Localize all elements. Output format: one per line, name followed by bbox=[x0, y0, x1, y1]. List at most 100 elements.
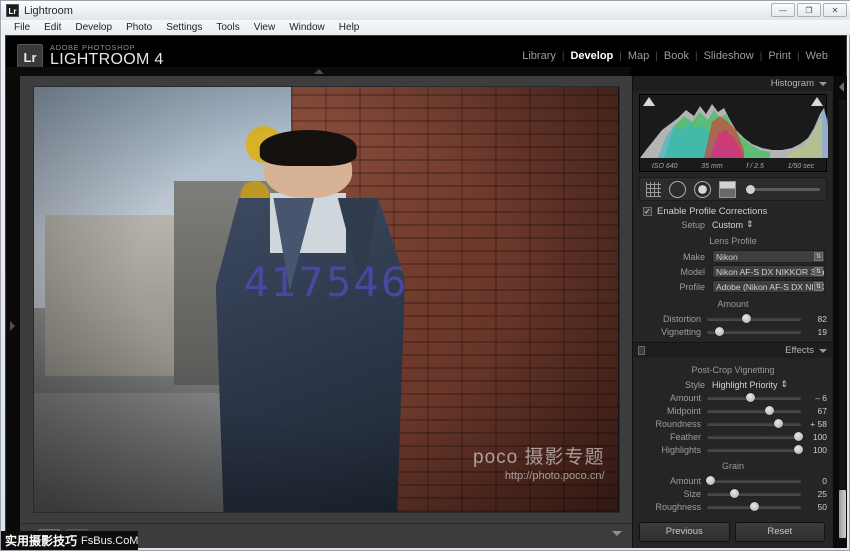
menu-tools[interactable]: Tools bbox=[209, 20, 246, 35]
graduated-filter-icon[interactable] bbox=[719, 180, 736, 198]
module-web[interactable]: Web bbox=[800, 50, 834, 62]
watermark-number: 417546 bbox=[243, 259, 409, 306]
updown-icon[interactable]: ⇕ bbox=[781, 379, 789, 390]
red-eye-correction-icon[interactable] bbox=[694, 180, 711, 198]
histogram-panel-header[interactable]: Histogram bbox=[633, 76, 833, 91]
effects-panel-header[interactable]: Effects bbox=[633, 343, 833, 358]
scrollbar-thumb[interactable] bbox=[839, 490, 846, 538]
updown-icon[interactable]: ⇅ bbox=[814, 252, 823, 261]
adjustment-brush-size-slider[interactable] bbox=[746, 184, 820, 194]
develop-tool-strip bbox=[639, 177, 827, 201]
module-print[interactable]: Print bbox=[762, 50, 797, 62]
pcv-amount-row: Amount – 6 bbox=[633, 391, 833, 404]
menu-develop[interactable]: Develop bbox=[68, 20, 119, 35]
distortion-slider-row: Distortion 82 bbox=[633, 312, 833, 325]
chevron-down-icon[interactable] bbox=[819, 81, 827, 86]
pcv-feather-row: Feather 100 bbox=[633, 430, 833, 443]
previous-button[interactable]: Previous bbox=[639, 522, 730, 542]
module-develop[interactable]: Develop bbox=[564, 50, 619, 62]
grain-title: Grain bbox=[721, 461, 744, 471]
module-map[interactable]: Map bbox=[622, 50, 655, 62]
pcv-highlights-slider[interactable] bbox=[707, 445, 803, 454]
pcv-roundness-label: Roundness bbox=[655, 418, 701, 429]
chevron-down-icon[interactable] bbox=[819, 348, 827, 353]
metadata-shutter-speed: 1/50 sec bbox=[787, 163, 815, 170]
maximize-button[interactable]: ❐ bbox=[797, 3, 821, 17]
right-panel-collapse-toggle[interactable] bbox=[832, 76, 847, 548]
right-panel: Histogram ISO 640 35 mm f / 2.5 1/50 sec… bbox=[632, 76, 833, 548]
left-panel-collapsed[interactable] bbox=[6, 76, 21, 548]
minimize-button[interactable]: — bbox=[771, 3, 795, 17]
grain-size-slider[interactable] bbox=[707, 489, 801, 498]
vignetting-slider[interactable] bbox=[707, 327, 801, 336]
histogram-graph[interactable]: ISO 640 35 mm f / 2.5 1/50 sec bbox=[639, 94, 828, 172]
pcv-midpoint-slider[interactable] bbox=[707, 406, 801, 415]
checkbox-icon[interactable]: ✓ bbox=[643, 207, 652, 216]
lightroom-frame: Lr ADOBE PHOTOSHOP LIGHTROOM 4 Library |… bbox=[5, 35, 847, 548]
top-panel-collapse-toggle[interactable] bbox=[6, 67, 631, 76]
crop-overlay-icon[interactable] bbox=[646, 181, 661, 197]
close-button[interactable]: ✕ bbox=[823, 3, 847, 17]
menu-settings[interactable]: Settings bbox=[159, 20, 209, 35]
menu-edit[interactable]: Edit bbox=[37, 20, 68, 35]
lens-make-value: Nikon bbox=[716, 251, 738, 262]
pcv-roundness-value: + 58 bbox=[810, 418, 827, 429]
setup-row[interactable]: Setup Custom ⇕ bbox=[633, 218, 833, 231]
grain-size-label: Size bbox=[683, 488, 701, 499]
grain-roughness-value: 50 bbox=[817, 501, 827, 512]
watermark-bottom: 实用摄影技巧 FsBus.CoM bbox=[1, 531, 139, 550]
pcv-amount-label: Amount bbox=[669, 392, 701, 403]
lens-model-select[interactable]: Nikon AF-S DX NIKKOR 35mm... ⇅ bbox=[712, 265, 825, 278]
menu-window[interactable]: Window bbox=[282, 20, 332, 35]
amount-title: Amount bbox=[717, 299, 749, 309]
lens-make-select[interactable]: Nikon ⇅ bbox=[712, 250, 825, 263]
metadata-focal-length: 35 mm bbox=[701, 163, 723, 170]
pcv-feather-value: 100 bbox=[812, 431, 827, 442]
updown-icon[interactable]: ⇕ bbox=[746, 219, 754, 230]
menu-photo[interactable]: Photo bbox=[119, 20, 159, 35]
pcv-highlights-value: 100 bbox=[812, 444, 827, 455]
updown-icon[interactable]: ⇅ bbox=[814, 267, 823, 276]
module-slideshow[interactable]: Slideshow bbox=[698, 50, 760, 62]
reset-button[interactable]: Reset bbox=[734, 522, 825, 542]
menu-view[interactable]: View bbox=[247, 20, 283, 35]
updown-icon[interactable]: ⇅ bbox=[814, 282, 823, 291]
grain-amount-slider[interactable] bbox=[706, 476, 801, 485]
style-row[interactable]: Style Highlight Priority ⇕ bbox=[633, 378, 833, 391]
distortion-slider[interactable] bbox=[707, 314, 801, 323]
right-panel-scrollbar[interactable] bbox=[839, 100, 846, 540]
pcv-highlights-row: Highlights 100 bbox=[633, 443, 833, 456]
enable-profile-corrections-row[interactable]: ✓ Enable Profile Corrections bbox=[633, 203, 833, 218]
window-controls: — ❐ ✕ bbox=[771, 3, 847, 17]
pcv-amount-slider[interactable] bbox=[707, 393, 801, 402]
module-library[interactable]: Library bbox=[516, 50, 562, 62]
menu-file[interactable]: File bbox=[7, 20, 37, 35]
effects-switch-icon[interactable] bbox=[638, 346, 645, 355]
setup-value[interactable]: Custom bbox=[712, 220, 743, 230]
application-window: Lr Lightroom — ❐ ✕ File Edit Develop Pho… bbox=[0, 0, 850, 551]
pcv-feather-slider[interactable] bbox=[707, 432, 803, 441]
module-book[interactable]: Book bbox=[658, 50, 695, 62]
pcv-midpoint-row: Midpoint 67 bbox=[633, 404, 833, 417]
style-value[interactable]: Highlight Priority bbox=[712, 380, 778, 390]
effects-title: Effects bbox=[785, 345, 814, 356]
chevron-left-icon bbox=[839, 82, 844, 92]
grain-roughness-slider[interactable] bbox=[707, 502, 801, 511]
app-icon: Lr bbox=[6, 4, 19, 17]
grain-amount-row: Amount 0 bbox=[633, 474, 833, 487]
spot-removal-icon[interactable] bbox=[669, 180, 686, 198]
menu-help[interactable]: Help bbox=[332, 20, 367, 35]
lens-profile-select[interactable]: Adobe (Nikon AF-S DX NIKKO... ⇅ bbox=[712, 280, 825, 293]
lens-corrections-section: ✓ Enable Profile Corrections Setup Custo… bbox=[633, 201, 833, 338]
style-label: Style bbox=[684, 379, 705, 390]
lens-model-row: Model Nikon AF-S DX NIKKOR 35mm... ⇅ bbox=[633, 264, 833, 279]
pcv-roundness-slider[interactable] bbox=[707, 419, 801, 428]
toolbar-options-chevron-icon[interactable] bbox=[612, 531, 622, 536]
image-viewer[interactable]: 417546 poco 摄影专题 http://photo.poco.cn/ bbox=[20, 76, 632, 523]
watermark-bottom-cn: 实用摄影技巧 bbox=[5, 534, 78, 548]
content-area: 417546 poco 摄影专题 http://photo.poco.cn/ Y… bbox=[20, 76, 632, 548]
metadata-aperture: f / 2.5 bbox=[746, 163, 764, 170]
vignetting-slider-row: Vignetting 19 bbox=[633, 325, 833, 338]
menu-bar: File Edit Develop Photo Settings Tools V… bbox=[1, 20, 850, 35]
photo-preview[interactable]: 417546 poco 摄影专题 http://photo.poco.cn/ bbox=[33, 87, 619, 512]
